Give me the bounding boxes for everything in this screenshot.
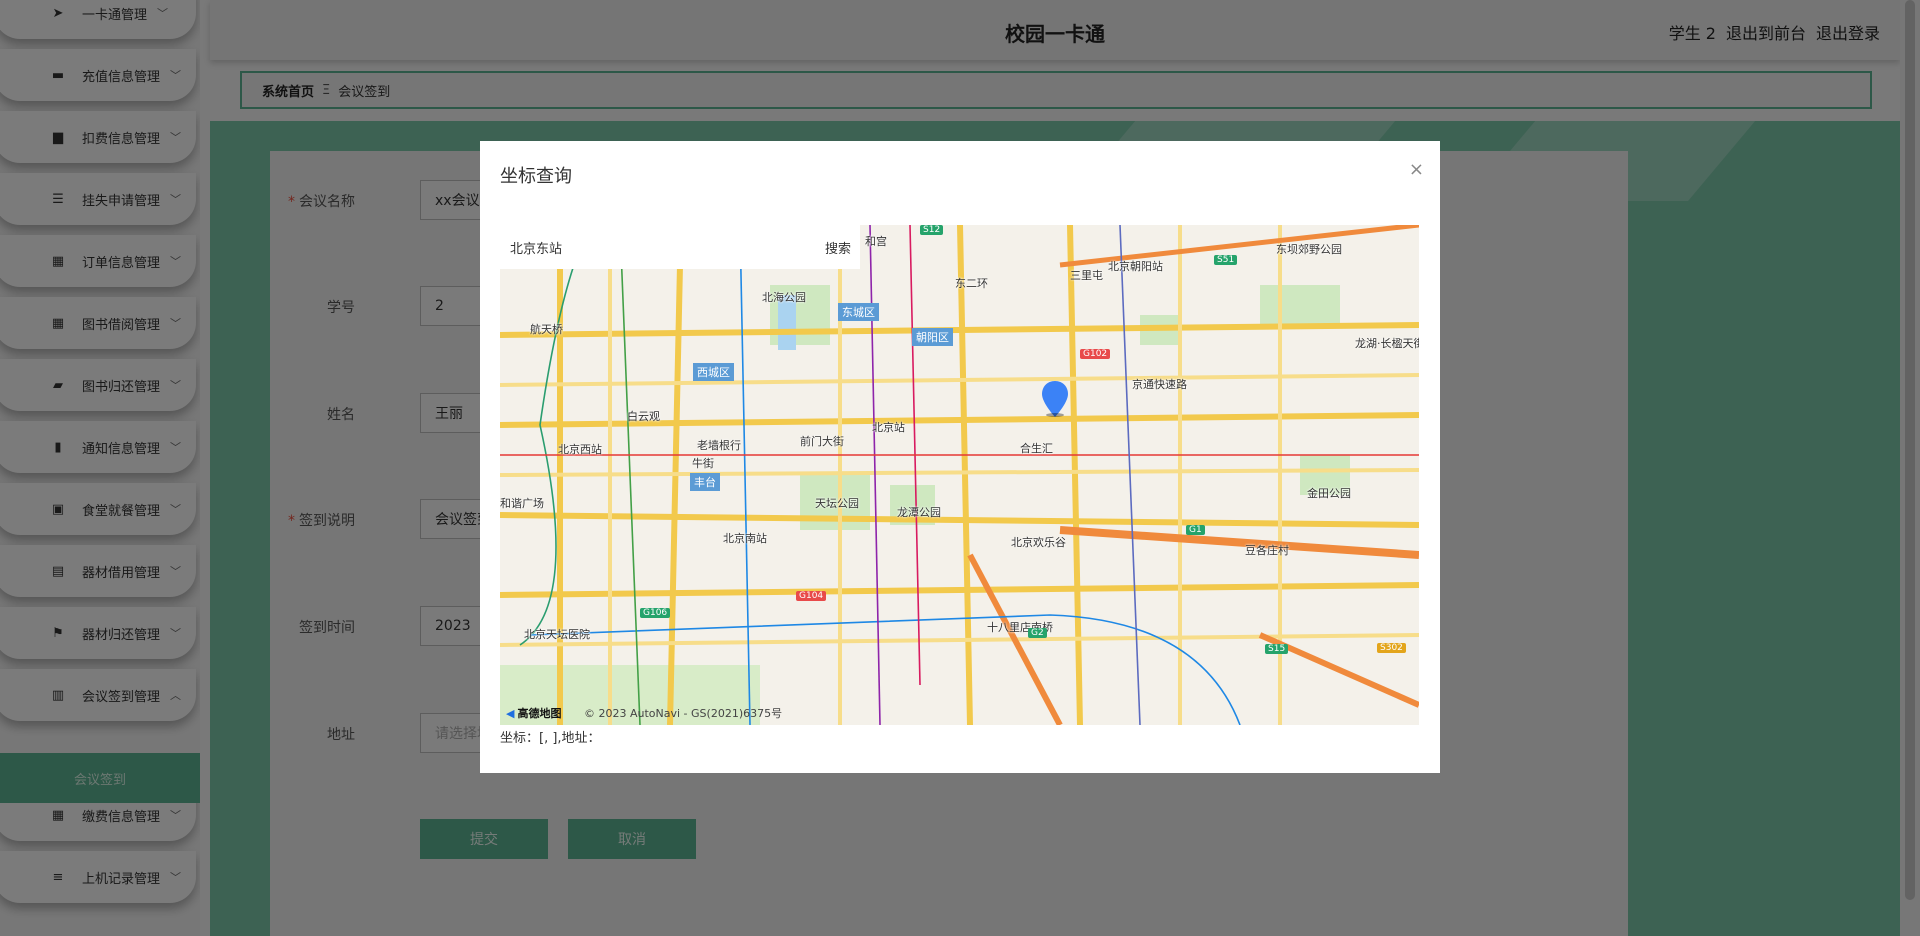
road-shield-label: S12 bbox=[920, 225, 944, 235]
map-place-label: 前门大街 bbox=[800, 435, 844, 448]
coordinate-readout: 坐标：[, ],地址： bbox=[500, 731, 601, 746]
road-shield-label: G102 bbox=[1080, 349, 1111, 359]
navigation-arrow-icon: ◀ bbox=[506, 706, 515, 720]
map-place-label: 龙湖·长楹天街 bbox=[1355, 337, 1419, 350]
road-shield-label: S302 bbox=[1377, 643, 1406, 653]
close-icon[interactable]: × bbox=[1409, 159, 1424, 180]
map-place-label: 东二环 bbox=[955, 277, 988, 290]
map-search-box: 搜索 bbox=[500, 225, 860, 269]
map-district-label: 丰台 bbox=[690, 473, 720, 491]
map-place-label: 金田公园 bbox=[1307, 487, 1351, 500]
map-place-label: 白云观 bbox=[627, 410, 660, 423]
map-view[interactable]: 搜索 北海公园航天桥白云观北京西站和谐广场天坛公园龙潭公园北京站前门大街牛街北京… bbox=[500, 225, 1419, 725]
map-search-button[interactable]: 搜索 bbox=[816, 225, 860, 269]
map-place-label: 京通快速路 bbox=[1132, 378, 1187, 391]
map-place-label: 北海公园 bbox=[762, 291, 806, 304]
road-shield-label: G106 bbox=[640, 608, 671, 618]
map-search-input[interactable] bbox=[500, 225, 816, 269]
coordinate-query-dialog: 坐标查询 × 北京东站 搜索 北海公园 航天桥 白云观 北京西站 和谐广场 天坛… bbox=[480, 141, 1440, 773]
map-place-label: 北京欢乐谷 bbox=[1011, 536, 1066, 549]
map-place-label: 北京天坛医院 bbox=[524, 628, 590, 641]
map-place-label: 三里屯 bbox=[1070, 269, 1103, 282]
map-place-label: 航天桥 bbox=[530, 323, 563, 336]
map-place-label: 北京朝阳站 bbox=[1108, 260, 1163, 273]
map-place-label: 合生汇 bbox=[1020, 442, 1053, 455]
map-place-label: 牛街 bbox=[692, 457, 714, 470]
map-place-label: 天坛公园 bbox=[815, 497, 859, 510]
map-place-label: 龙潭公园 bbox=[897, 506, 941, 519]
map-place-label: 老墙根行 bbox=[697, 439, 741, 452]
map-provider-logo: ◀ 高德地图 bbox=[506, 705, 561, 721]
map-place-label: 北京站 bbox=[872, 421, 905, 434]
map-place-label: 和宫 bbox=[865, 235, 887, 248]
map-place-label: 北京西站 bbox=[558, 443, 602, 456]
map-district-label: 西城区 bbox=[693, 363, 734, 381]
map-district-label: 朝阳区 bbox=[912, 328, 953, 346]
road-shield-label: G1 bbox=[1186, 525, 1205, 535]
road-shield-label: G2 bbox=[1028, 628, 1047, 638]
road-shield-label: S15 bbox=[1265, 644, 1289, 654]
dialog-title: 坐标查询 bbox=[500, 166, 572, 187]
map-copyright: © 2023 AutoNavi - GS(2021)6375号 bbox=[584, 707, 783, 720]
map-place-label: 东坝郊野公园 bbox=[1276, 243, 1342, 256]
map-place-label: 和谐广场 bbox=[500, 497, 544, 510]
map-place-label: 豆各庄村 bbox=[1245, 544, 1289, 557]
road-shield-label: S51 bbox=[1214, 255, 1238, 265]
map-logo-text: 高德地图 bbox=[517, 707, 562, 720]
map-district-label: 东城区 bbox=[838, 303, 879, 321]
map-place-label: 北京南站 bbox=[723, 532, 767, 545]
road-shield-label: G104 bbox=[796, 591, 827, 601]
